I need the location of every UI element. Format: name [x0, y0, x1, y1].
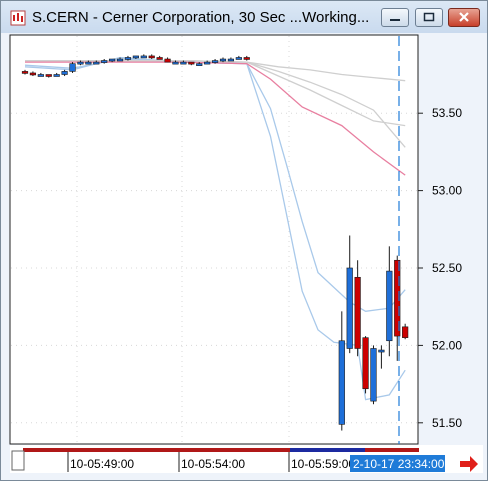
candle-body: [37, 74, 44, 77]
candle-body: [156, 57, 163, 60]
candle-body: [61, 71, 68, 75]
candle-body: [378, 349, 385, 353]
candle-body: [101, 60, 108, 63]
y-tick-label: 52.00: [432, 338, 462, 352]
candle-body: [85, 61, 92, 65]
candle-body: [196, 63, 203, 66]
candle-body: [116, 58, 124, 62]
candle-body: [370, 348, 377, 402]
chart-window: S.CERN - Cerner Corporation, 30 Sec ...W…: [0, 0, 488, 481]
candle-body: [124, 57, 132, 60]
minimize-icon: [390, 19, 400, 21]
candle-body: [362, 337, 369, 390]
candle-body: [346, 267, 353, 349]
close-button[interactable]: [448, 8, 480, 27]
candle-body: [172, 61, 179, 65]
maximize-icon: [423, 12, 435, 22]
candle-body: [77, 61, 84, 65]
candle-body: [386, 270, 393, 342]
cursor-time-label: 2-10-17 23:34:00: [353, 457, 445, 471]
y-tick-label: 52.50: [432, 261, 462, 275]
candle-body: [227, 58, 235, 62]
x-tick-label: 10-05:49:00: [70, 457, 134, 471]
candle-body: [109, 58, 116, 62]
candle-body: [45, 74, 52, 77]
candle-body: [148, 55, 155, 59]
candle-body: [93, 61, 100, 65]
y-tick-label: 53.00: [432, 184, 462, 198]
candle-body: [204, 61, 211, 65]
candle-body: [140, 55, 147, 59]
candle-body: [29, 72, 37, 76]
candle-body: [164, 58, 171, 63]
chart-app-icon: [10, 10, 26, 26]
candle-body: [53, 74, 60, 77]
candle-body: [243, 57, 250, 60]
candle-body: [219, 58, 227, 62]
chart-frame: 53.50 53.00 52.50 52.00 51.50 10-05:49:00 10-…: [9, 34, 483, 474]
time-axis: 10-05:49:00 10-05:54:00 10-05:59:00 2-10-1…: [10, 445, 483, 473]
y-tick-label: 53.50: [432, 106, 462, 120]
candle-body: [338, 340, 345, 425]
candle-body: [69, 63, 76, 72]
x-tick-label: 10-05:54:00: [181, 457, 245, 471]
y-axis: 53.50 53.00 52.50 52.00 51.50: [418, 106, 462, 430]
maximize-button[interactable]: [415, 8, 443, 27]
plot-area[interactable]: [9, 34, 419, 445]
candle-body: [132, 55, 139, 59]
candle-body: [235, 57, 242, 60]
scroll-left-handle[interactable]: [11, 450, 25, 471]
time-scroll-thumb[interactable]: [290, 448, 365, 452]
candle-body: [180, 61, 187, 65]
candle-body: [21, 71, 29, 74]
candle-body: [211, 60, 219, 63]
candle-body: [188, 61, 195, 65]
minimize-button[interactable]: [381, 8, 409, 27]
close-icon: [459, 12, 469, 22]
y-tick-label: 51.50: [432, 416, 462, 430]
price-chart[interactable]: 53.5053.0052.5052.0051.50 10-05:49:00 10-…: [9, 34, 483, 474]
candle-body: [402, 326, 409, 338]
title-bar[interactable]: S.CERN - Cerner Corporation, 30 Sec ...W…: [1, 1, 487, 33]
window-title: S.CERN - Cerner Corporation, 30 Sec ...W…: [32, 9, 370, 26]
candle-body: [354, 276, 361, 349]
x-tick-label: 10-05:59:00: [291, 457, 355, 471]
